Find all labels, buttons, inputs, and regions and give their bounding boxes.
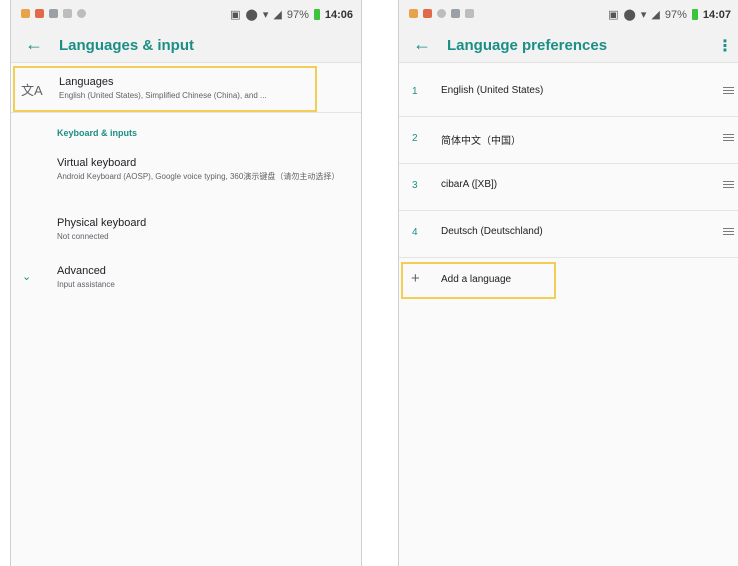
drag-handle-icon[interactable] — [723, 87, 734, 96]
nfc-icon: ▣ — [230, 9, 241, 21]
language-row-4[interactable]: 4 Deutsch (Deutschland) — [399, 211, 738, 258]
language-name: Deutsch (Deutschland) — [441, 226, 543, 237]
physical-keyboard-summary: Not connected — [57, 232, 109, 241]
notification-icons — [409, 9, 474, 18]
app-notification-icon — [423, 9, 432, 18]
language-name: cibarA ([XB]) — [441, 179, 498, 190]
add-language-button[interactable]: + Add a language — [401, 262, 556, 299]
translate-icon: 文A — [21, 83, 43, 98]
drag-handle-icon[interactable] — [723, 134, 734, 143]
page-title: Languages & input — [59, 37, 194, 54]
page-title: Language preferences — [447, 37, 608, 54]
drag-handle-icon[interactable] — [723, 228, 734, 237]
circle-notification-icon — [77, 9, 86, 18]
languages-title: Languages — [59, 76, 114, 88]
keyboard-section-header: Keyboard & inputs — [57, 128, 138, 138]
clock: 14:06 — [324, 8, 353, 21]
drag-handle-icon[interactable] — [723, 181, 734, 190]
status-bar: ▣ ⬤ ▾ ◢ 97% 14:07 — [399, 0, 738, 30]
language-rank: 1 — [412, 86, 418, 97]
status-right: ▣ ⬤ ▾ ◢ 97% 14:06 — [230, 8, 353, 22]
language-rank: 2 — [412, 133, 418, 144]
screenshot-notification-icon — [451, 9, 460, 18]
more-vert-icon[interactable]: ⋮ — [717, 36, 733, 56]
add-language-label: Add a language — [441, 274, 512, 285]
virtual-keyboard-title: Virtual keyboard — [57, 157, 137, 169]
wifi-icon: ▾ — [640, 9, 647, 21]
chevron-down-icon: ⌄ — [22, 271, 32, 283]
signal-icon: ◢ — [273, 9, 282, 21]
location-icon: ⬤ — [623, 9, 636, 21]
signal-icon: ◢ — [651, 9, 660, 21]
physical-keyboard-title: Physical keyboard — [57, 217, 147, 229]
clock: 14:07 — [702, 8, 731, 21]
battery-icon — [691, 9, 698, 20]
status-right: ▣ ⬤ ▾ ◢ 97% 14:07 — [608, 8, 731, 22]
advanced-summary: Input assistance — [57, 280, 115, 289]
advanced-title: Advanced — [57, 265, 106, 277]
language-rank: 4 — [412, 227, 418, 238]
location-icon: ⬤ — [245, 9, 258, 21]
app-notification-icon — [21, 9, 30, 18]
nfc-icon: ▣ — [608, 9, 619, 21]
languages-summary: English (United States), Simplified Chin… — [59, 91, 267, 100]
language-row-2[interactable]: 2 简体中文（中国） — [399, 117, 738, 164]
back-arrow-icon[interactable]: ← — [25, 34, 43, 55]
notification-icons — [21, 9, 86, 18]
languages-input-screen: ▣ ⬤ ▾ ◢ 97% 14:06 ← Languages & input 文A… — [10, 0, 362, 566]
app-notification-icon — [409, 9, 418, 18]
back-arrow-icon[interactable]: ← — [413, 34, 431, 55]
wifi-icon: ▾ — [262, 9, 269, 21]
language-row-1[interactable]: 1 English (United States) — [399, 70, 738, 117]
status-bar: ▣ ⬤ ▾ ◢ 97% 14:06 — [11, 0, 361, 30]
battery-icon — [313, 9, 320, 20]
screenshot-notification-icon — [49, 9, 58, 18]
wifi-notification-icon — [63, 9, 72, 18]
toolbar: ← Language preferences ⋮ — [399, 30, 738, 63]
battery-percent: 97% — [286, 8, 309, 21]
language-row-3[interactable]: 3 cibarA ([XB]) — [399, 164, 738, 211]
languages-setting[interactable]: 文A Languages English (United States), Si… — [13, 66, 317, 112]
language-preferences-screen: ▣ ⬤ ▾ ◢ 97% 14:07 ← Language preferences… — [398, 0, 738, 566]
circle-notification-icon — [437, 9, 446, 18]
language-rank: 3 — [412, 180, 418, 191]
app-notification-icon — [35, 9, 44, 18]
wifi-notification-icon — [465, 9, 474, 18]
language-name: 简体中文（中国） — [441, 136, 521, 147]
toolbar: ← Languages & input — [11, 30, 361, 63]
plus-icon: + — [411, 270, 420, 287]
divider — [11, 112, 361, 113]
battery-percent: 97% — [664, 8, 687, 21]
virtual-keyboard-summary: Android Keyboard (AOSP), Google voice ty… — [57, 172, 340, 181]
language-name: English (United States) — [441, 85, 544, 96]
